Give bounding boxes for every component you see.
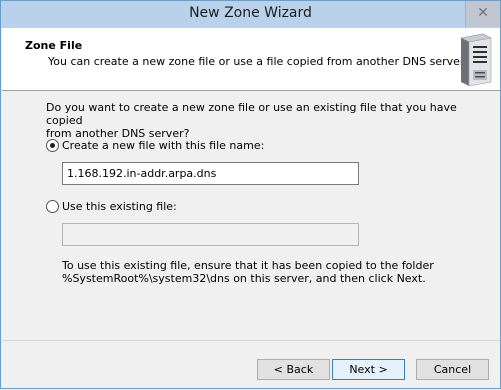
- note-line: %SystemRoot%\system32\dns on this server…: [62, 272, 426, 285]
- radio-create-new-button[interactable]: [46, 139, 59, 152]
- next-button[interactable]: Next >: [332, 359, 405, 380]
- close-icon: ✕: [477, 5, 489, 21]
- note-line: To use this existing file, ensure that i…: [62, 259, 434, 272]
- question-line: Do you want to create a new zone file or…: [46, 101, 457, 127]
- radio-use-existing-label[interactable]: Use this existing file:: [62, 200, 177, 213]
- note-text: To use this existing file, ensure that i…: [62, 259, 462, 285]
- close-button[interactable]: ✕: [465, 1, 500, 27]
- server-icon: [460, 33, 492, 87]
- wizard-header: Zone File You can create a new zone file…: [2, 28, 500, 91]
- cancel-button[interactable]: Cancel: [416, 359, 489, 380]
- header-subtitle: You can create a new zone file or use a …: [48, 55, 467, 68]
- wizard-footer: < Back Next > Cancel: [2, 340, 500, 390]
- radio-use-existing-button[interactable]: [46, 200, 59, 213]
- wizard-window: New Zone Wizard ✕ Zone File You can crea…: [0, 0, 501, 389]
- question-text: Do you want to create a new zone file or…: [46, 101, 466, 140]
- header-title: Zone File: [25, 39, 83, 52]
- radio-create-new-label[interactable]: Create a new file with this file name:: [62, 139, 264, 152]
- back-button[interactable]: < Back: [257, 359, 330, 380]
- window-title: New Zone Wizard: [189, 5, 312, 21]
- new-file-name-value: 1.168.192.in-addr.arpa.dns: [67, 167, 217, 180]
- existing-file-input: [62, 223, 359, 246]
- title-bar: New Zone Wizard ✕: [1, 1, 500, 28]
- new-file-name-input[interactable]: 1.168.192.in-addr.arpa.dns: [62, 162, 359, 185]
